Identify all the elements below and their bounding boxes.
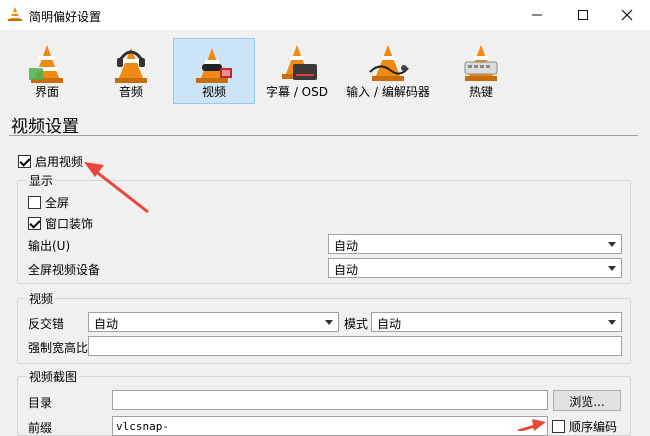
red-arrow-icon	[517, 419, 546, 431]
red-arrow-icon	[84, 162, 149, 214]
annotation-arrows	[84, 162, 546, 431]
